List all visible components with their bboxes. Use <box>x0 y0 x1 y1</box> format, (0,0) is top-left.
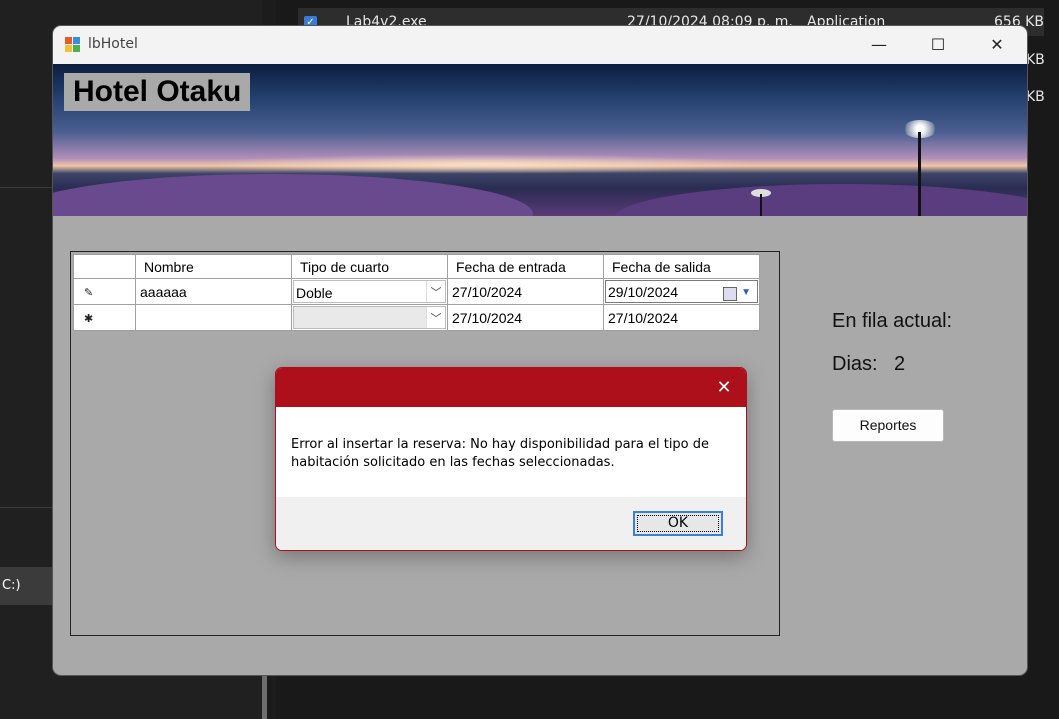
dialog-body: Error al insertar la reserva: No hay dis… <box>276 407 746 497</box>
table-row: ✎ aaaaaa Doble ﹀ 27/10/2024 29/10/2024 ▼ <box>73 278 760 305</box>
days-value: 2 <box>894 353 906 375</box>
new-row-asterisk-icon: ✱ <box>84 313 94 325</box>
edit-pencil-icon: ✎ <box>84 287 94 299</box>
file-size: KB <box>1026 89 1045 105</box>
cell-salida[interactable]: 27/10/2024 <box>603 304 760 331</box>
app-window: lbHotel — ☐ ✕ Hotel Otaku Nombre Tipo de… <box>53 26 1027 675</box>
cell-salida[interactable]: 29/10/2024 ▼ <box>603 278 760 305</box>
column-header-entrada[interactable]: Fecha de entrada <box>447 254 604 279</box>
error-dialog: ✕ Error al insertar la reserva: No hay d… <box>275 367 747 551</box>
cell-entrada[interactable]: 27/10/2024 <box>447 278 604 305</box>
reportes-button[interactable]: Reportes <box>832 409 944 442</box>
cell-tipo[interactable]: Doble ﹀ <box>291 278 448 305</box>
lamp-post <box>918 132 921 216</box>
days-label: Dias: <box>832 353 878 375</box>
date-picker[interactable]: 29/10/2024 ▼ <box>605 280 758 303</box>
column-header-tipo[interactable]: Tipo de cuarto <box>291 254 448 279</box>
room-type-combobox[interactable]: Doble ﹀ <box>293 280 446 303</box>
close-icon[interactable]: ✕ <box>712 376 736 400</box>
cell-nombre[interactable]: aaaaaa <box>135 278 292 305</box>
header-banner-image: Hotel Otaku <box>53 64 1027 216</box>
chevron-down-icon[interactable]: ﹀ <box>426 281 445 302</box>
cell-entrada[interactable]: 27/10/2024 <box>447 304 604 331</box>
horizon-glow <box>203 154 763 174</box>
flower-hill <box>53 174 533 216</box>
calendar-icon[interactable] <box>723 287 737 301</box>
current-row-label: En fila actual: <box>832 310 953 332</box>
chevron-down-icon[interactable]: ﹀ <box>426 307 445 328</box>
column-header-nombre[interactable]: Nombre <box>135 254 292 279</box>
row-header[interactable]: ✱ <box>73 304 136 331</box>
dropdown-arrow-icon[interactable]: ▼ <box>741 287 751 298</box>
error-message: Error al insertar la reserva: No hay dis… <box>291 437 710 470</box>
lamp-post <box>760 194 762 216</box>
column-header-salida[interactable]: Fecha de salida <box>603 254 760 279</box>
grid-header-row: Nombre Tipo de cuarto Fecha de entrada F… <box>73 254 760 279</box>
minimize-button[interactable]: — <box>850 26 908 64</box>
row-header[interactable]: ✎ <box>73 278 136 305</box>
cell-nombre[interactable] <box>135 304 292 331</box>
file-size: KB <box>1026 52 1045 68</box>
grid-table: Nombre Tipo de cuarto Fecha de entrada F… <box>73 254 760 331</box>
table-row-new: ✱ ﹀ 27/10/2024 27/10/2024 <box>73 304 760 331</box>
window-title: lbHotel <box>88 36 138 52</box>
dialog-title-bar[interactable]: ✕ <box>276 368 746 407</box>
nav-drive-item[interactable]: C:) <box>0 567 52 605</box>
app-icon <box>65 37 81 53</box>
cell-tipo[interactable]: ﹀ <box>291 304 448 331</box>
hotel-title: Hotel Otaku <box>64 73 251 111</box>
ok-button[interactable]: OK <box>633 511 723 536</box>
room-type-combobox[interactable]: ﹀ <box>293 306 446 329</box>
dialog-footer: OK <box>276 497 746 550</box>
row-header-corner[interactable] <box>73 254 136 279</box>
close-button[interactable]: ✕ <box>968 26 1026 64</box>
flower-hill <box>613 184 1027 216</box>
title-bar[interactable]: lbHotel — ☐ ✕ <box>53 26 1027 64</box>
maximize-button[interactable]: ☐ <box>909 26 967 64</box>
